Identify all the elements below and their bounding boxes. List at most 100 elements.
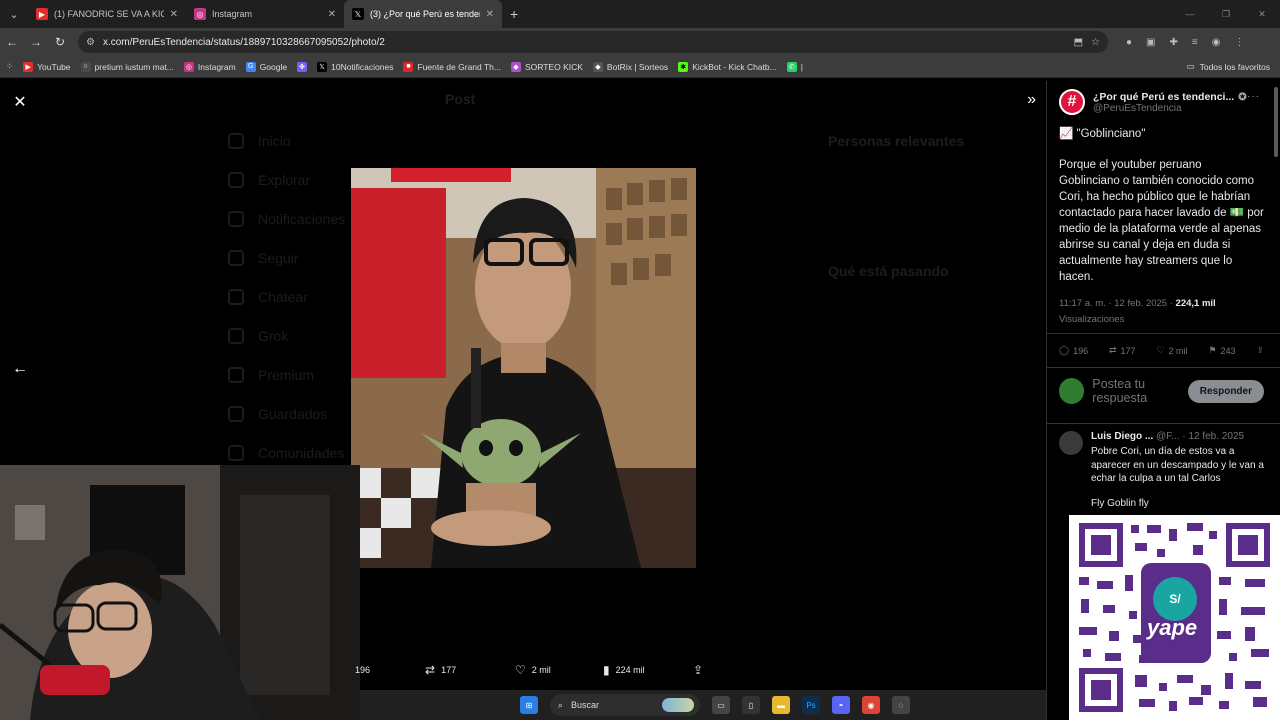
bookmark-google[interactable]: G Google [245, 61, 287, 72]
verified-icon: ✪ [1238, 91, 1247, 103]
reply-button[interactable]: Responder [1187, 379, 1264, 403]
scrollbar[interactable] [1274, 87, 1278, 157]
more-options-icon[interactable]: ··· [1247, 91, 1260, 102]
reply-action[interactable]: 196 [355, 665, 425, 675]
site-info-icon[interactable]: ⚙ [86, 37, 95, 48]
close-icon[interactable]: ✕ [486, 9, 494, 20]
tab-title: (3) ¿Por qué Perú es tendencia? [370, 9, 480, 19]
views-label: Visualizaciones [1059, 314, 1125, 325]
folder-icon: ▭ [1186, 61, 1195, 71]
bookmark-label: pretium iustum mat... [94, 61, 174, 72]
reply-text: Pobre Cori, un día de estos va a aparece… [1091, 446, 1264, 484]
like-action[interactable]: ♡ 2 mil [515, 663, 603, 677]
tweet-author[interactable]: # ¿Por qué Perú es tendenci... ✪ @PeruEsT… [1059, 89, 1247, 115]
url-bar[interactable]: ⚙ x.com/PeruEsTendencia/status/188971032… [78, 31, 1108, 53]
apps-icon[interactable]: ⁘ [6, 61, 13, 72]
bookmark-icon: ⚑ [1208, 345, 1217, 355]
file-explorer-icon[interactable]: ▬ [772, 696, 790, 714]
back-icon[interactable]: ← [0, 35, 24, 49]
bookmark-label: Fuente de Grand Th... [417, 61, 501, 72]
divider [1047, 367, 1280, 368]
yape-qr-code: S/ yape [1069, 515, 1280, 720]
extension-icon[interactable]: ▣ [1146, 37, 1155, 48]
bookmark-gta[interactable]: ■ Fuente de Grand Th... [403, 61, 501, 72]
retweet-action[interactable]: ⇄ 177 [425, 663, 515, 677]
app-badge-icon[interactable]: ◌ [892, 696, 910, 714]
reply-stat[interactable]: ◯ 196 [1059, 345, 1088, 356]
tweet-title: 📈 "Goblinciano" [1059, 128, 1146, 140]
windows-start-icon[interactable]: ⊞ [520, 696, 538, 714]
maximize-icon[interactable]: ❐ [1208, 0, 1244, 28]
minimize-icon[interactable]: — [1172, 0, 1208, 28]
tweet-meta: 11:17 a. m. · 12 feb. 2025 · 224,1 mil V… [1059, 296, 1264, 328]
close-icon[interactable]: ✕ [328, 9, 336, 20]
reply-author[interactable]: Luis Diego ... [1091, 431, 1153, 442]
discord-icon[interactable]: ◓ [832, 696, 850, 714]
bookmark-whatsapp[interactable]: ✆ | [786, 61, 803, 72]
taskbar-search[interactable]: ⌕ Buscar [550, 694, 700, 716]
ghost-nav: Inicio Explorar Notificaciones Seguir Ch… [228, 121, 345, 472]
views-action[interactable]: ▮ 224 mil [603, 663, 693, 677]
youtube-icon: ▶ [36, 8, 48, 20]
close-icon[interactable]: ✕ [10, 93, 30, 113]
chrome-icon[interactable]: ◉ [862, 696, 880, 714]
divider [1047, 333, 1280, 334]
bookmark-pinwheel[interactable]: ✤ [297, 61, 308, 72]
bookmark-stat[interactable]: ⚑ 243 [1208, 345, 1235, 356]
views-count: 224 mil [615, 665, 645, 675]
share-action[interactable]: ⇪ [693, 663, 703, 677]
author-name[interactable]: ¿Por qué Perú es tendenci... ✪ [1093, 91, 1247, 103]
reply-item[interactable]: Luis Diego ... @F... · 12 feb. 2025 Pobr… [1059, 431, 1264, 509]
page-backdrop: Inicio Explorar Notificaciones Seguir Ch… [0, 81, 1046, 720]
bookmark-label: Instagram [197, 61, 236, 72]
menu-icon[interactable]: ⋮ [1234, 37, 1244, 48]
reload-icon[interactable]: ↻ [48, 35, 72, 49]
task-view-icon[interactable]: ▭ [712, 696, 730, 714]
extension-icon[interactable]: ● [1126, 37, 1132, 48]
bookmark-notificaciones[interactable]: 𝕏 10Notificaciones [317, 61, 393, 72]
tweet-body: Porque el youtuber peruano Goblinciano o… [1059, 159, 1264, 283]
comment-icon: ◯ [1059, 345, 1070, 355]
tab-x-post[interactable]: 𝕏 (3) ¿Por qué Perú es tendencia? ✕ [344, 0, 502, 28]
profile-icon[interactable]: ◉ [1212, 37, 1221, 48]
close-icon[interactable]: ✕ [170, 9, 178, 20]
share-icon[interactable]: ⇪ [1256, 345, 1264, 356]
bookmark-label: KickBot - Kick Chatb... [692, 61, 777, 72]
previous-photo-icon[interactable]: ← [10, 359, 30, 379]
bookmark-pretium[interactable]: ○ pretium iustum mat... [80, 61, 174, 72]
bookmark-youtube[interactable]: ▶ YouTube [23, 61, 71, 72]
avatar[interactable] [1059, 431, 1083, 455]
like-count: 2 mil [531, 665, 551, 675]
avatar[interactable]: # [1059, 89, 1085, 115]
sorteo-icon: ◆ [510, 61, 521, 72]
bookmark-star-icon[interactable]: ☆ [1091, 37, 1100, 48]
reply-input[interactable]: Postea tu respuesta [1092, 377, 1179, 405]
search-label: Buscar [571, 700, 600, 710]
yape-logo: yape [1147, 615, 1198, 640]
reply-text-2: Fly Goblin fly [1091, 497, 1149, 509]
tweet-time[interactable]: 11:17 a. m. · 12 feb. 2025 · [1059, 298, 1176, 309]
tab-title: Instagram [212, 9, 253, 19]
retweet-stat[interactable]: ⇄ 177 [1109, 345, 1136, 356]
tab-search-icon[interactable]: ⌄ [0, 0, 28, 28]
taskbar: ⊞ ⌕ Buscar ▭ ▯ ▬ Ps ◓ ◉ ◌ [360, 690, 1070, 720]
screen: ⌄ ▶ (1) FANODRIC SE VA A KICK 😱 ✕ ◎ Inst… [0, 0, 1280, 720]
bookmark-kickbot[interactable]: ✱ KickBot - Kick Chatb... [678, 61, 777, 72]
photoshop-icon[interactable]: Ps [802, 696, 820, 714]
install-icon[interactable]: ⬒ [1074, 37, 1083, 48]
reading-list-icon[interactable]: ≡ [1192, 37, 1198, 48]
bookmark-botrix[interactable]: ◆ BotRix | Sorteos [592, 61, 668, 72]
close-window-icon[interactable]: ✕ [1244, 0, 1280, 28]
expand-panel-icon[interactable]: » [1027, 91, 1036, 109]
bookmark-instagram[interactable]: ◎ Instagram [183, 61, 236, 72]
bookmark-sorteo-kick[interactable]: ◆ SORTEO KICK [510, 61, 583, 72]
like-stat[interactable]: ♡ 2 mil [1156, 345, 1187, 356]
puzzle-icon[interactable]: ✚ [1170, 37, 1178, 48]
new-tab-button[interactable]: + [502, 6, 526, 22]
forward-icon[interactable]: → [24, 35, 48, 49]
tab-fanodric[interactable]: ▶ (1) FANODRIC SE VA A KICK 😱 ✕ [28, 0, 186, 28]
tab-instagram[interactable]: ◎ Instagram ✕ [186, 0, 344, 28]
ghost-nav-item: Grok [228, 316, 345, 355]
app-icon[interactable]: ▯ [742, 696, 760, 714]
all-bookmarks[interactable]: ▭ Todos los favoritos [1187, 61, 1270, 72]
